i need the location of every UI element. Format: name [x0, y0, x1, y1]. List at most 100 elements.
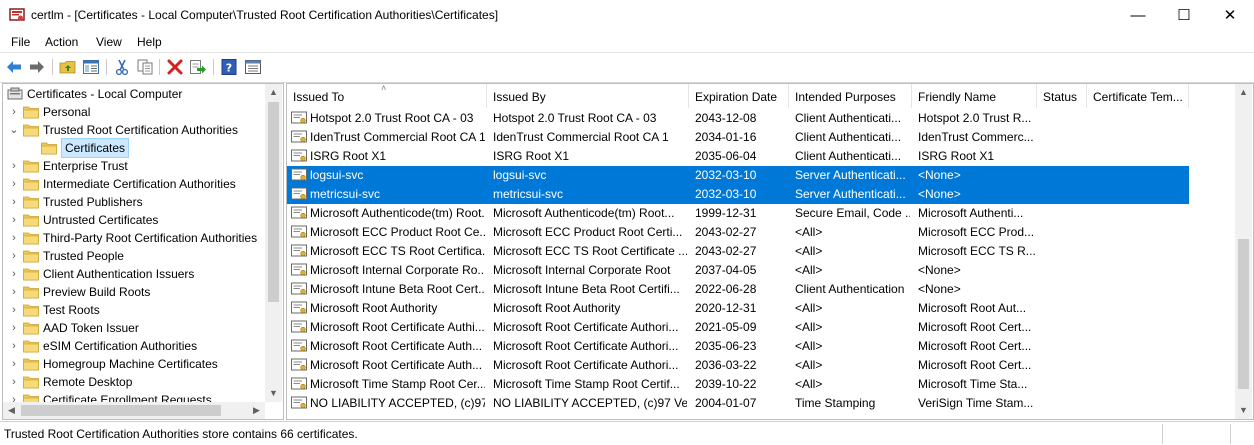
chevron-right-icon[interactable]: ›	[9, 355, 19, 373]
menu-view[interactable]: View	[96, 35, 122, 49]
column-header-label: Status	[1043, 90, 1078, 104]
tree-hscroll-thumb[interactable]	[21, 405, 221, 416]
certificate-icon	[291, 377, 307, 390]
list-vertical-scrollbar[interactable]: ▲ ▼	[1235, 84, 1252, 419]
menu-help[interactable]: Help	[137, 35, 162, 49]
certificate-row[interactable]: Microsoft Time Stamp Root Cer... Microsof…	[287, 375, 1189, 394]
list-scroll-thumb[interactable]	[1238, 239, 1249, 389]
certificate-row[interactable]: NO LIABILITY ACCEPTED, (c)97 ... NO LIABI…	[287, 394, 1189, 413]
cell-expires: 2037-04-05	[695, 263, 757, 277]
certificate-row[interactable]: Microsoft Internal Corporate Ro... Micros…	[287, 261, 1189, 280]
scroll-right-arrow-icon[interactable]: ▶	[248, 402, 265, 419]
scroll-down-arrow-icon[interactable]: ▼	[265, 385, 282, 402]
chevron-right-icon[interactable]: ›	[9, 229, 19, 247]
cell-expires: 2032-03-10	[695, 168, 757, 182]
menu-file[interactable]: File	[11, 35, 30, 49]
tree-root[interactable]: Certificates - Local Computer	[3, 85, 273, 103]
certificate-row[interactable]: Microsoft ECC Product Root Ce... Microsof…	[287, 223, 1189, 242]
forward-icon[interactable]	[28, 58, 46, 76]
chevron-down-icon[interactable]: ⌄	[9, 121, 19, 139]
chevron-right-icon[interactable]: ›	[9, 265, 19, 283]
chevron-right-icon[interactable]: ›	[9, 247, 19, 265]
certificate-row[interactable]: Microsoft Intune Beta Root Cert... Micros…	[287, 280, 1189, 299]
tree-item[interactable]: › Third-Party Root Certification Authorit…	[3, 229, 265, 247]
properties-icon[interactable]	[244, 58, 262, 76]
tree-item[interactable]: › eSIM Certification Authorities	[3, 337, 265, 355]
close-button[interactable]: ✕	[1207, 0, 1253, 32]
tree-scroll-thumb[interactable]	[268, 102, 279, 302]
scroll-left-arrow-icon[interactable]: ◀	[3, 402, 20, 419]
menu-action[interactable]: Action	[45, 35, 78, 49]
tree-item[interactable]: › Test Roots	[3, 301, 265, 319]
help-icon[interactable]: ?	[220, 58, 238, 76]
tree-item-label: eSIM Certification Authorities	[43, 339, 198, 353]
delete-icon[interactable]	[166, 58, 184, 76]
tree-item[interactable]: › Enterprise Trust	[3, 157, 265, 175]
chevron-right-icon[interactable]: ›	[9, 283, 19, 301]
cut-icon[interactable]	[113, 58, 131, 76]
tree-item[interactable]: › Homegroup Machine Certificates	[3, 355, 265, 373]
show-hide-tree-icon[interactable]	[82, 58, 100, 76]
chevron-right-icon[interactable]: ›	[9, 175, 19, 193]
certificate-row[interactable]: logsui-svc logsui-svc 2032-03-10 Server Aut…	[287, 166, 1189, 185]
certificate-row[interactable]: IdenTrust Commercial Root CA 1 IdenTrust …	[287, 128, 1189, 147]
column-header[interactable]: Expiration Date	[689, 84, 789, 108]
certificate-row[interactable]: Microsoft Authenticode(tm) Root... Micros…	[287, 204, 1189, 223]
chevron-right-icon[interactable]: ›	[9, 211, 19, 229]
certificate-icon	[291, 396, 307, 409]
tree-item[interactable]: › Preview Build Roots	[3, 283, 265, 301]
tree-item[interactable]: ⌄ Trusted Root Certification Authorities	[3, 121, 265, 139]
certificate-row[interactable]: Microsoft Root Certificate Auth... Micros…	[287, 337, 1189, 356]
column-header[interactable]: Certificate Tem...	[1087, 84, 1189, 108]
folder-icon	[23, 322, 39, 335]
tree-item[interactable]: › Client Authentication Issuers	[3, 265, 265, 283]
tree-item[interactable]: › Trusted People	[3, 247, 265, 265]
back-icon[interactable]	[5, 58, 23, 76]
certificate-row[interactable]: metricsui-svc metricsui-svc 2032-03-10 Serv…	[287, 185, 1189, 204]
tree-horizontal-scrollbar[interactable]: ◀ ▶	[3, 402, 265, 419]
certificate-row[interactable]: Microsoft Root Certificate Authi... Micro…	[287, 318, 1189, 337]
column-header[interactable]: Status	[1037, 84, 1087, 108]
tree-item[interactable]: › Personal	[3, 103, 265, 121]
column-header[interactable]: Issued By	[487, 84, 689, 108]
scroll-up-arrow-icon[interactable]: ▲	[265, 84, 282, 101]
chevron-right-icon[interactable]: ›	[9, 193, 19, 211]
certificate-row[interactable]: Microsoft Root Certificate Auth... Micros…	[287, 356, 1189, 375]
tree-item[interactable]: › Intermediate Certification Authorities	[3, 175, 265, 193]
chevron-right-icon[interactable]: ›	[9, 337, 19, 355]
cell-issued-by: Microsoft Time Stamp Root Certif...	[493, 377, 680, 391]
scroll-up-arrow-icon[interactable]: ▲	[1235, 84, 1252, 101]
chevron-right-icon[interactable]: ›	[9, 373, 19, 391]
column-header[interactable]: Issued To ˄	[287, 84, 487, 108]
certificate-row[interactable]: ISRG Root X1 ISRG Root X1 2035-06-04 Client…	[287, 147, 1189, 166]
scroll-down-arrow-icon[interactable]: ▼	[1235, 402, 1252, 419]
tree-item[interactable]: Certificates	[3, 138, 265, 158]
minimize-button[interactable]: —	[1115, 0, 1161, 32]
column-header[interactable]: Intended Purposes	[789, 84, 912, 108]
tree-item[interactable]: › Trusted Publishers	[3, 193, 265, 211]
certificate-row[interactable]: Microsoft ECC TS Root Certifica... Micros…	[287, 242, 1189, 261]
certificate-row[interactable]: Hotspot 2.0 Trust Root CA - 03 Hotspot 2.…	[287, 109, 1189, 128]
maximize-button[interactable]: ☐	[1161, 0, 1207, 32]
certificate-icon	[291, 320, 307, 333]
cell-purposes: <All>	[795, 358, 823, 372]
copy-icon[interactable]	[136, 58, 154, 76]
export-icon[interactable]	[189, 58, 207, 76]
chevron-right-icon[interactable]: ›	[9, 301, 19, 319]
tree-vertical-scrollbar[interactable]: ▲ ▼	[265, 84, 282, 402]
cell-issued-to: Microsoft ECC TS Root Certifica...	[310, 244, 485, 258]
up-folder-icon[interactable]	[59, 58, 77, 76]
column-header[interactable]: Friendly Name	[912, 84, 1037, 108]
tree-item-label: Third-Party Root Certification Authoriti…	[43, 231, 258, 245]
tree-item-label: Client Authentication Issuers	[43, 267, 195, 281]
chevron-right-icon[interactable]: ›	[9, 319, 19, 337]
tree-item[interactable]: › Remote Desktop	[3, 373, 265, 391]
tree-item[interactable]: › Untrusted Certificates	[3, 211, 265, 229]
chevron-right-icon[interactable]: ›	[9, 157, 19, 175]
chevron-right-icon[interactable]: ›	[9, 103, 19, 121]
certificate-icon	[291, 301, 307, 314]
folder-icon	[23, 286, 39, 299]
tree-item[interactable]: › AAD Token Issuer	[3, 319, 265, 337]
certificate-row[interactable]: Microsoft Root Authority Microsoft Root A…	[287, 299, 1189, 318]
folder-icon	[23, 106, 39, 119]
